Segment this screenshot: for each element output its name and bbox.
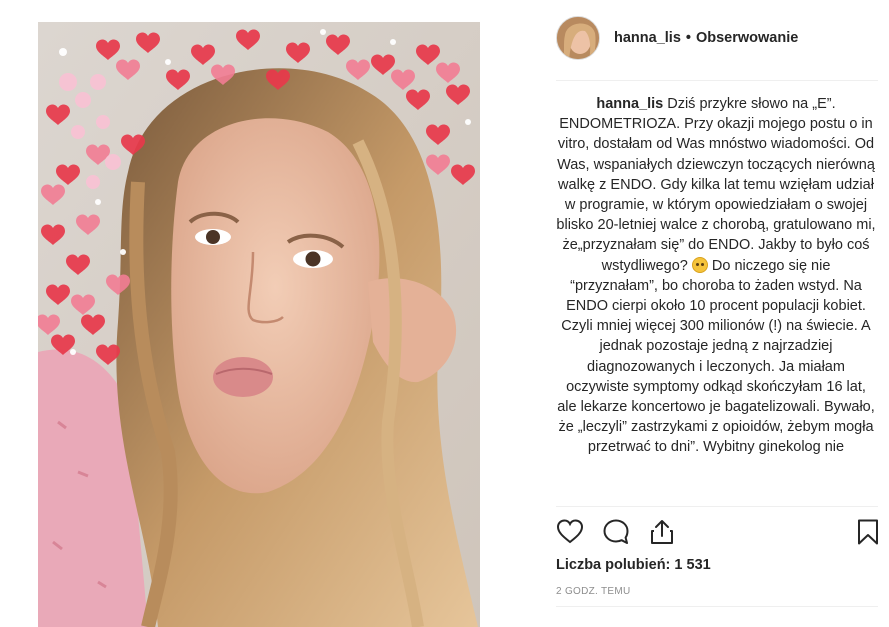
- username-link[interactable]: hanna_lis: [614, 30, 681, 46]
- post-photo[interactable]: [38, 22, 480, 627]
- post-caption: hanna_lis Dziś przykre słowo na „E”. ENDO…: [556, 94, 876, 508]
- caption-text-continued: Do niczego się nie “przyznałam”, bo chor…: [557, 257, 875, 456]
- bookmark-icon[interactable]: [854, 518, 882, 546]
- caption-username-link[interactable]: hanna_lis: [596, 96, 663, 112]
- post-header: hanna_lis • Obserwowanie: [556, 14, 878, 62]
- caption-scrollbar[interactable]: [883, 94, 886, 504]
- following-button[interactable]: Obserwowanie: [696, 30, 798, 46]
- portrait-image: [38, 22, 480, 627]
- divider: [556, 506, 878, 507]
- post-actions: [556, 518, 880, 546]
- thinking-face-emoji-icon: [691, 256, 708, 273]
- post-timestamp[interactable]: 2 GODZ. TEMU: [556, 586, 631, 597]
- avatar-image: [557, 17, 599, 59]
- heart-outline-icon[interactable]: [556, 518, 584, 546]
- divider: [556, 606, 878, 607]
- caption-text: Dziś przykre słowo na „E”. ENDOMETRIOZA.…: [556, 96, 876, 274]
- separator-dot: •: [685, 30, 691, 46]
- comment-bubble-icon[interactable]: [602, 518, 630, 546]
- avatar[interactable]: [556, 16, 600, 60]
- divider: [556, 80, 878, 81]
- share-upload-icon[interactable]: [648, 518, 676, 546]
- header-text: hanna_lis • Obserwowanie: [614, 30, 798, 46]
- likes-count[interactable]: Liczba polubień: 1 531: [556, 557, 711, 573]
